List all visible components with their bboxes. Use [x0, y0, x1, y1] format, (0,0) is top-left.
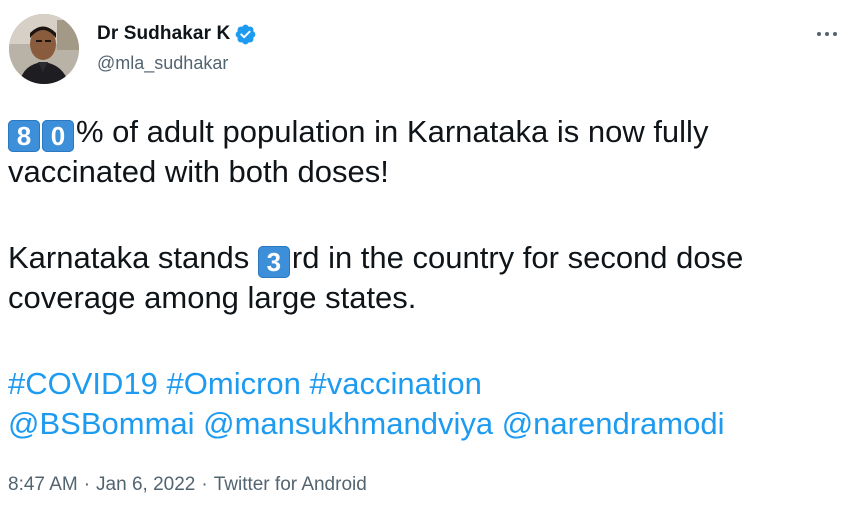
tweet-time[interactable]: 8:47 AM: [8, 474, 78, 495]
verified-badge-icon: [234, 23, 257, 46]
mention-line: @BSBommai @mansukhmandviya @narendramodi: [8, 404, 848, 444]
mention-link[interactable]: @narendramodi: [502, 406, 725, 441]
keycap-digit-8: 8: [8, 120, 40, 152]
avatar[interactable]: [9, 14, 79, 84]
tweet-line-2: vaccinated with both doses!: [8, 154, 389, 189]
tweet-text-fragment: Karnataka stands: [8, 240, 258, 275]
tweet-date[interactable]: Jan 6, 2022: [96, 474, 195, 495]
mention-link[interactable]: @mansukhmandviya: [203, 406, 493, 441]
author-name-row[interactable]: Dr Sudhakar K: [97, 22, 257, 46]
keycap-digit-0: 0: [42, 120, 74, 152]
hashtag-link[interactable]: #vaccination: [310, 366, 482, 401]
author-handle[interactable]: @mla_sudhakar: [97, 53, 228, 74]
tweet-text: 8 0% of adult population in Karnataka is …: [8, 112, 848, 444]
tweet-text-fragment: rd in the country for second dose: [291, 240, 744, 275]
display-name[interactable]: Dr Sudhakar K: [97, 23, 230, 45]
mention-link[interactable]: @BSBommai: [8, 406, 195, 441]
tweet-line-3: Karnataka stands 3rd in the country for …: [8, 238, 848, 278]
avatar-image: [9, 14, 79, 84]
tweet-card: Dr Sudhakar K @mla_sudhakar 8 0% of adult…: [0, 0, 856, 505]
hashtag-link[interactable]: #COVID19: [8, 366, 158, 401]
tweet-line-1: 8 0% of adult population in Karnataka is …: [8, 112, 848, 152]
tweet-text-fragment: % of adult population in Karnataka is no…: [76, 114, 709, 149]
tweet-line-4: coverage among large states.: [8, 280, 417, 315]
more-horizontal-icon[interactable]: [810, 22, 844, 46]
keycap-digit-3: 3: [257, 246, 290, 278]
meta-separator: ·: [201, 474, 208, 495]
hashtag-line: #COVID19 #Omicron #vaccination: [8, 364, 848, 404]
hashtag-link[interactable]: #Omicron: [167, 366, 301, 401]
tweet-meta: 8:47 AM · Jan 6, 2022 · Twitter for Android: [8, 474, 367, 496]
tweet-source[interactable]: Twitter for Android: [214, 474, 367, 495]
meta-separator: ·: [83, 474, 91, 495]
